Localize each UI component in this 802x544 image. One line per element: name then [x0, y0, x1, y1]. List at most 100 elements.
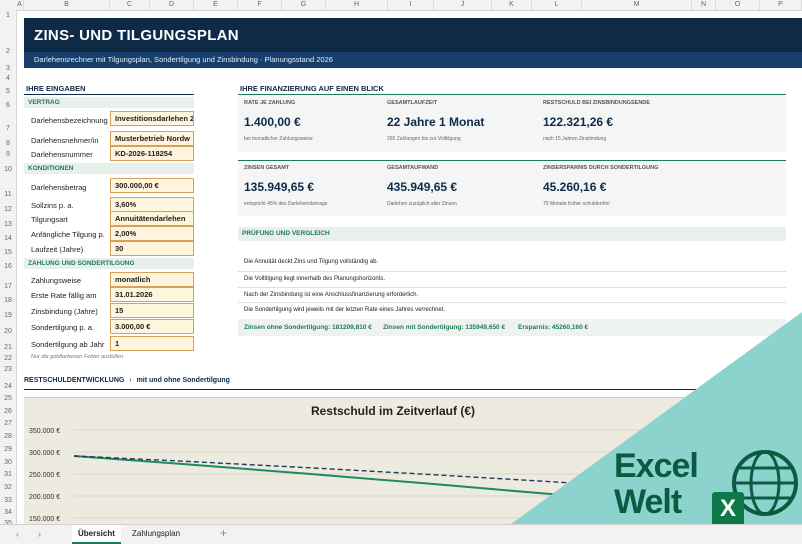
col-header-a[interactable]: A — [16, 0, 24, 10]
col-header-i[interactable]: I — [388, 0, 434, 10]
input-sollzins[interactable]: 3,60% — [110, 197, 194, 212]
col-header-m[interactable]: M — [582, 0, 692, 10]
input-darlehensnummer[interactable]: KD-2026-118254 — [110, 146, 194, 161]
check-line: Die Annuität deckt Zins und Tilgung voll… — [244, 259, 379, 265]
row-header[interactable]: 32 — [0, 484, 16, 491]
kpi-card-row-2 — [238, 160, 786, 216]
kpi-label: GESAMTAUFWAND — [387, 165, 439, 171]
input-zinsbindung[interactable]: 15 — [110, 303, 194, 318]
row-header[interactable]: 10 — [0, 166, 16, 173]
row-header[interactable]: 11 — [0, 191, 16, 198]
row-header[interactable]: 18 — [0, 297, 16, 304]
kpi-card-row-1 — [238, 94, 786, 152]
excel-x-icon: X — [712, 492, 744, 526]
excel-welt-logo: Excel Welt X — [614, 448, 802, 530]
row-header[interactable]: 3 — [0, 65, 16, 72]
kpi-note: nach 15 Jahren Zinsbindung — [543, 136, 607, 142]
row-header[interactable]: 31 — [0, 471, 16, 478]
row-header[interactable]: 22 — [0, 355, 16, 362]
input-tilgungsart[interactable]: Annuitätendarlehen — [110, 211, 194, 226]
input-anfaengliche-tilgung[interactable]: 2,00% — [110, 226, 194, 241]
kpi-note: Darlehen zuzüglich aller Zinsen — [387, 201, 457, 207]
prev-sheet-icon[interactable]: ‹ — [16, 529, 19, 539]
row-divider — [238, 287, 786, 288]
row-header[interactable]: 7 — [0, 125, 16, 132]
col-header-d[interactable]: D — [150, 0, 194, 10]
col-header-f[interactable]: F — [238, 0, 282, 10]
row-header[interactable]: 27 — [0, 420, 16, 427]
input-darlehensnehmer[interactable]: Musterbetrieb Nordw — [110, 131, 194, 146]
row-header[interactable]: 26 — [0, 408, 16, 415]
col-header-e[interactable]: E — [194, 0, 238, 10]
row-header[interactable]: 14 — [0, 235, 16, 242]
row-header[interactable]: 1 — [0, 12, 16, 19]
row-header[interactable]: 20 — [0, 328, 16, 335]
input-darlehensbezeichnung[interactable]: Investitionsdarlehen 2 — [110, 111, 194, 126]
row-header[interactable]: 2 — [0, 48, 16, 55]
kpi-gesamtlaufzeit: 22 Jahre 1 Monat — [387, 115, 485, 129]
input-darlehensbetrag[interactable]: 300.000,00 € — [110, 178, 194, 193]
field-label: Sondertilgung ab Jahr — [31, 340, 105, 349]
section-divider — [24, 389, 802, 390]
row-header[interactable]: 8 — [0, 140, 16, 147]
row-header[interactable]: 6 — [0, 102, 16, 109]
input-erste-rate[interactable]: 31.01.2026 — [110, 287, 194, 302]
next-sheet-icon[interactable]: › — [38, 529, 41, 539]
check-line: Nach der Zinsbindung ist eine Anschlussf… — [244, 292, 419, 298]
row-header[interactable]: 5 — [0, 88, 16, 95]
col-header-j[interactable]: J — [434, 0, 492, 10]
group-header-konditionen: KONDITIONEN — [24, 163, 194, 174]
y-tick-label: 350.000 € — [29, 428, 60, 435]
overview-section-title: IHRE FINANZIERUNG AUF EINEN BLICK — [240, 84, 384, 93]
col-header-g[interactable]: G — [282, 0, 326, 10]
tab-zahlungsplan[interactable]: Zahlungsplan — [126, 525, 186, 542]
field-label: Darlehensbetrag — [31, 183, 87, 192]
row-header[interactable]: 12 — [0, 206, 16, 213]
row-header[interactable]: 15 — [0, 249, 16, 256]
field-label: Zahlungsweise — [31, 276, 82, 285]
row-header[interactable]: 9 — [0, 151, 16, 158]
summary-ersparnis: Ersparnis: 45260,160 € — [518, 324, 589, 331]
row-header[interactable]: 29 — [0, 446, 16, 453]
row-header[interactable]: 28 — [0, 433, 16, 440]
col-header-p[interactable]: P — [760, 0, 802, 10]
input-laufzeit[interactable]: 30 — [110, 241, 194, 256]
y-tick-label: 300.000 € — [29, 450, 60, 457]
col-header-o[interactable]: O — [716, 0, 760, 10]
input-zahlungsweise[interactable]: monatlich — [110, 272, 194, 287]
y-tick-label: 250.000 € — [29, 472, 60, 479]
row-header[interactable]: 16 — [0, 263, 16, 270]
kpi-note: 265 Zahlungen bis zur Volltilgung — [387, 136, 461, 142]
input-sondertilgung[interactable]: 3.000,00 € — [110, 319, 194, 334]
col-header-b[interactable]: B — [24, 0, 110, 10]
col-header-l[interactable]: L — [532, 0, 582, 10]
row-header[interactable]: 17 — [0, 283, 16, 290]
col-header-k[interactable]: K — [492, 0, 532, 10]
kpi-note: 79 Monate früher schuldenfrei — [543, 201, 610, 207]
row-header[interactable]: 25 — [0, 395, 16, 402]
row-header[interactable]: 33 — [0, 497, 16, 504]
row-header[interactable]: 24 — [0, 383, 16, 390]
y-tick-label: 200.000 € — [29, 494, 60, 501]
tab-uebersicht[interactable]: Übersicht — [72, 525, 121, 544]
kpi-label: ZINSEN GESAMT — [244, 165, 290, 171]
row-header[interactable]: 30 — [0, 459, 16, 466]
kpi-label: ZINSERSPARNIS DURCH SONDERTILGUNG — [543, 165, 659, 171]
row-header[interactable]: 13 — [0, 221, 16, 228]
inputs-section-title: IHRE EINGABEN — [26, 84, 86, 93]
row-header[interactable]: 34 — [0, 509, 16, 516]
title-banner: ZINS- UND TILGUNGSPLAN — [24, 18, 802, 52]
col-header-c[interactable]: C — [110, 0, 150, 10]
checks-section-title: PRÜFUNG UND VERGLEICH — [238, 227, 786, 241]
row-header[interactable]: 19 — [0, 312, 16, 319]
row-header[interactable]: 4 — [0, 75, 16, 82]
input-sondertilgung-ab-jahr[interactable]: 1 — [110, 336, 194, 351]
row-header[interactable]: 21 — [0, 344, 16, 351]
row-header[interactable]: 23 — [0, 366, 16, 373]
add-sheet-icon[interactable]: + — [220, 526, 227, 540]
summary-ohne: Zinsen ohne Sondertilgung: 181209,810 € — [244, 324, 372, 331]
check-line: Die Volltilgung liegt innerhalb des Plan… — [244, 276, 386, 282]
col-header-h[interactable]: H — [326, 0, 388, 10]
col-header-n[interactable]: N — [692, 0, 716, 10]
sheet-tab-bar: ‹ › Übersicht Zahlungsplan + — [0, 524, 802, 544]
